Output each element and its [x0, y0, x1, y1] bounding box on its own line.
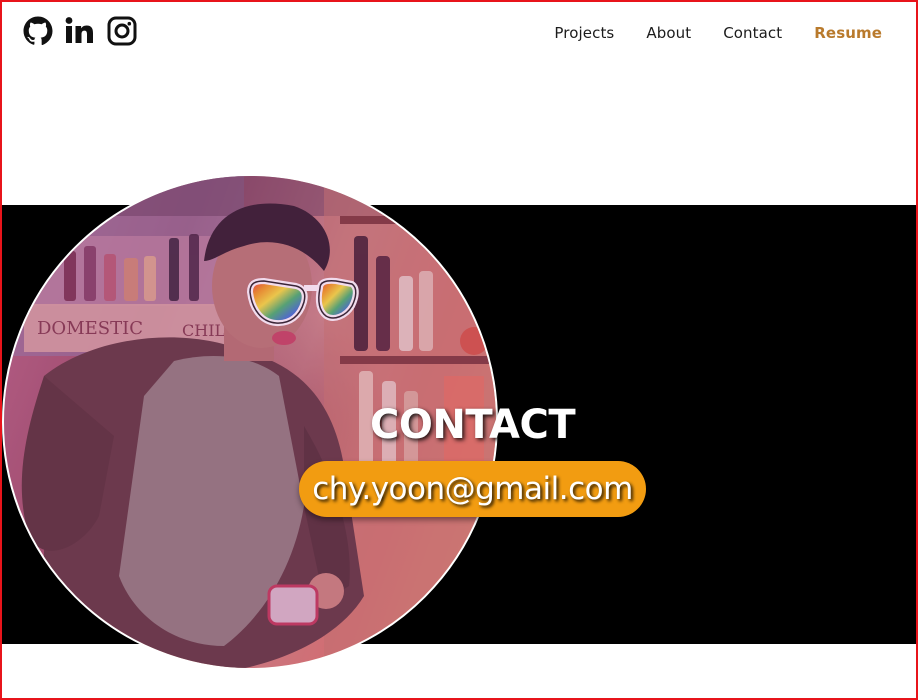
- contact-heading: CONTACT: [370, 402, 576, 448]
- nav-resume[interactable]: Resume: [814, 24, 882, 42]
- email-button[interactable]: chy.yoon@gmail.com: [299, 461, 646, 517]
- github-link[interactable]: [22, 15, 54, 47]
- email-text: chy.yoon@gmail.com: [312, 471, 633, 507]
- nav-about[interactable]: About: [646, 24, 691, 42]
- linkedin-icon: [65, 17, 93, 43]
- main-nav: Projects About Contact Resume: [554, 24, 882, 42]
- github-icon: [23, 16, 53, 46]
- nav-contact[interactable]: Contact: [723, 24, 782, 42]
- social-links: [22, 15, 138, 47]
- linkedin-link[interactable]: [64, 15, 96, 47]
- instagram-link[interactable]: [106, 15, 138, 47]
- top-navbar: Projects About Contact Resume: [0, 0, 918, 70]
- nav-projects[interactable]: Projects: [554, 24, 614, 42]
- instagram-icon: [107, 16, 137, 46]
